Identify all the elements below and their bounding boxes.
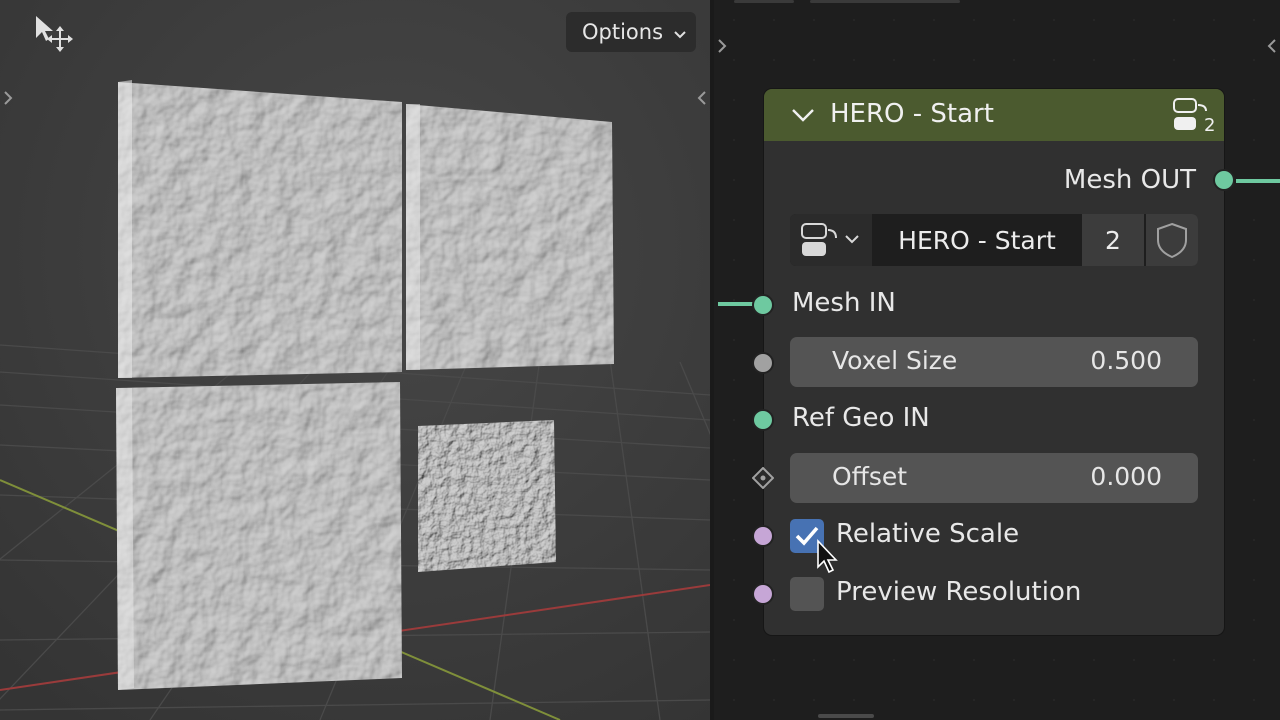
node-title: HERO - Start [830, 99, 994, 129]
node-group-name-field[interactable]: HERO - Start [874, 214, 1080, 266]
node-header[interactable]: HERO - Start 2 [764, 89, 1224, 141]
offset-label: Offset [832, 462, 908, 491]
mouse-cursor-icon [816, 538, 842, 575]
options-dropdown[interactable]: Options [566, 12, 696, 52]
chevron-down-icon [672, 23, 688, 47]
toolbar-expand-icon[interactable] [716, 36, 728, 60]
3d-viewport[interactable]: Options [0, 0, 710, 720]
input-socket-mesh[interactable] [752, 294, 774, 316]
header-user-count: 2 [1204, 115, 1216, 136]
editor-top-edge [714, 0, 1280, 3]
voxel-size-field[interactable]: Voxel Size 0.500 [790, 337, 1198, 387]
collapse-chevron-icon[interactable] [790, 105, 816, 129]
voxel-size-value: 0.500 [1090, 346, 1162, 375]
node-tree-icon[interactable] [790, 214, 872, 266]
group-node[interactable]: HERO - Start 2 Mesh OUT HERO - Start 2 M… [751, 89, 1235, 635]
sidebar-expand-icon[interactable] [1266, 36, 1278, 60]
relative-scale-label: Relative Scale [836, 519, 1020, 549]
shield-icon[interactable] [1146, 214, 1198, 266]
offset-value: 0.000 [1090, 462, 1162, 491]
horizontal-scrollbar[interactable] [818, 714, 874, 718]
viewport-scene[interactable] [0, 0, 710, 720]
toolbar-expand-icon[interactable] [2, 88, 14, 112]
node-group-user-count[interactable]: 2 [1082, 214, 1144, 266]
input-label-ref-geo: Ref Geo IN [792, 403, 930, 433]
output-label: Mesh OUT [1063, 165, 1196, 195]
offset-field[interactable]: Offset 0.000 [790, 453, 1198, 503]
input-socket-offset[interactable] [751, 466, 775, 490]
preview-resolution-label: Preview Resolution [836, 577, 1082, 607]
input-socket-voxel-size[interactable] [752, 352, 774, 374]
node-group-selector[interactable]: HERO - Start 2 [790, 214, 1198, 266]
input-label-mesh: Mesh IN [792, 288, 896, 318]
node-editor[interactable]: HERO - Start 2 Mesh OUT HERO - Start 2 M… [714, 0, 1280, 720]
options-label: Options [582, 20, 664, 44]
select-move-icon[interactable] [34, 14, 74, 54]
output-socket-mesh[interactable] [1213, 169, 1235, 191]
input-socket-ref-geo[interactable] [752, 409, 774, 431]
voxel-size-label: Voxel Size [832, 346, 958, 375]
preview-resolution-checkbox[interactable] [790, 577, 824, 611]
input-socket-preview-resolution[interactable] [752, 583, 774, 605]
input-socket-relative-scale[interactable] [752, 525, 774, 547]
link-wire-out[interactable] [1236, 179, 1280, 183]
sidebar-expand-icon[interactable] [696, 88, 708, 112]
